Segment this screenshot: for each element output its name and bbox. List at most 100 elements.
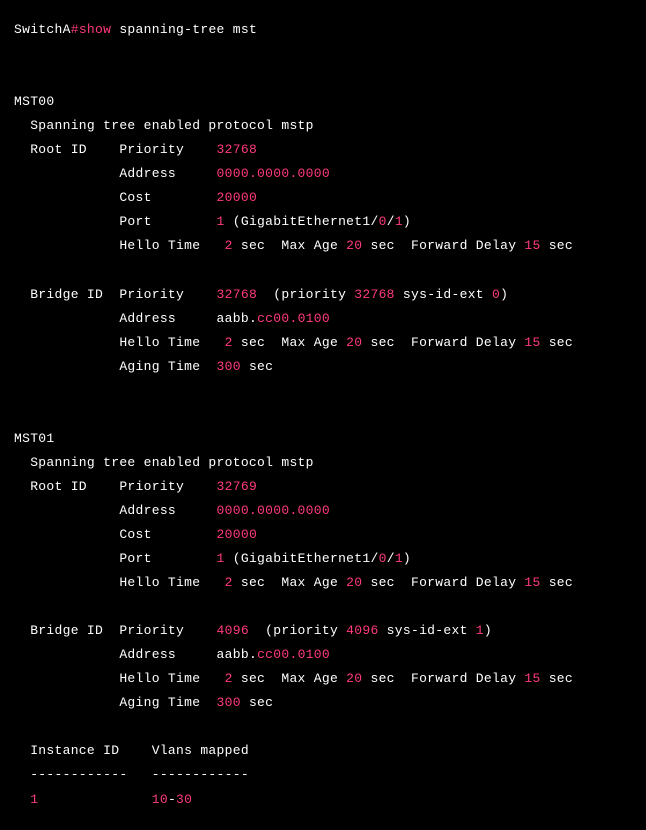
port-num22: 1: [395, 551, 403, 566]
port-interface-a2: (GigabitEthernet1/: [225, 551, 379, 566]
mst01-bridge-aging: 300: [217, 695, 241, 710]
mst00-root-label: Root ID: [14, 142, 119, 157]
port-interface-a: (GigabitEthernet1/: [225, 214, 379, 229]
fwd-unit2: sec: [541, 335, 573, 350]
mst01-bridge-maxage: 20: [346, 671, 362, 686]
mst01-bridge-label: Bridge ID: [14, 623, 119, 638]
mst01-protocol: Spanning tree enabled protocol mstp: [14, 455, 314, 470]
hello-unit: sec Max Age: [233, 238, 346, 253]
mst00-root-fwd: 15: [524, 238, 540, 253]
bridge-hello-label2: Hello Time: [14, 671, 225, 686]
port-close2: ): [403, 551, 411, 566]
root-hello-label2: Hello Time: [14, 575, 225, 590]
aging-unit2: sec: [241, 695, 273, 710]
mst00-bridge-label: Bridge ID: [14, 287, 119, 302]
priority-tail-a2: (priority: [249, 623, 346, 638]
vlan-row-prefix: [14, 792, 30, 807]
fwd-unit4: sec: [541, 671, 573, 686]
mst00-bridge-address-b: cc00.0100: [257, 311, 330, 326]
root-priority-label: Priority: [119, 142, 216, 157]
hello-unit3: sec Max Age: [233, 575, 346, 590]
vlan-gap: [38, 792, 151, 807]
mst00-root-priority: 32768: [217, 142, 258, 157]
hello-unit4: sec Max Age: [233, 671, 346, 686]
mst00-bridge-maxage: 20: [346, 335, 362, 350]
sysid2: 1: [476, 623, 484, 638]
priority-tail-a: (priority: [257, 287, 354, 302]
mst01-root-cost: 20000: [217, 527, 258, 542]
mst00-root-cost: 20000: [217, 190, 258, 205]
mst01-bridge-priority: 4096: [217, 623, 249, 638]
fwd-unit3: sec: [541, 575, 573, 590]
mst00-root-maxage: 20: [346, 238, 362, 253]
maxage-unit4: sec Forward Delay: [362, 671, 524, 686]
mst00-bridge-priority: 32768: [217, 287, 258, 302]
vlan-range-end: 30: [176, 792, 192, 807]
root-cost-label: Cost: [14, 190, 217, 205]
bridge-address-label: Address: [14, 311, 217, 326]
bridge-hello-label: Hello Time: [14, 335, 225, 350]
aging-unit: sec: [241, 359, 273, 374]
vlan-range-sep: -: [168, 792, 176, 807]
root-port-label: Port: [14, 214, 217, 229]
mst00-root-address: 0000.0000.0000: [217, 166, 330, 181]
port-sep: /: [387, 214, 395, 229]
fwd-unit: sec: [541, 238, 573, 253]
mst01-header: MST01: [14, 431, 55, 446]
mst01-root-port-num: 1: [217, 551, 225, 566]
root-address-label2: Address: [14, 503, 217, 518]
mst01-bridge-address-a: aabb.: [217, 647, 258, 662]
mst00-bridge-hello: 2: [225, 335, 233, 350]
mst01-root-label: Root ID: [14, 479, 119, 494]
hello-unit2: sec Max Age: [233, 335, 346, 350]
mst00-root-hello: 2: [225, 238, 233, 253]
port-close: ): [403, 214, 411, 229]
mst00-bridge-aging: 300: [217, 359, 241, 374]
bridge-address-label2: Address: [14, 647, 217, 662]
command-tail: spanning-tree mst: [111, 22, 257, 37]
maxage-unit: sec Forward Delay: [362, 238, 524, 253]
priority-tail-b: sys-id-ext: [395, 287, 492, 302]
priority-inner: 32768: [354, 287, 395, 302]
priority-inner2: 4096: [346, 623, 378, 638]
root-port-label2: Port: [14, 551, 217, 566]
port-sep2: /: [387, 551, 395, 566]
mst01-root-hello: 2: [225, 575, 233, 590]
root-hello-label: Hello Time: [14, 238, 225, 253]
port-num2: 1: [395, 214, 403, 229]
priority-close2: ): [484, 623, 492, 638]
mst01-root-fwd: 15: [524, 575, 540, 590]
bridge-aging-label: Aging Time: [14, 359, 217, 374]
maxage-unit3: sec Forward Delay: [362, 575, 524, 590]
port-slot2: 0: [379, 551, 387, 566]
mst01-bridge-fwd: 15: [524, 671, 540, 686]
mst00-bridge-fwd: 15: [524, 335, 540, 350]
mst01-root-priority: 32769: [217, 479, 258, 494]
prompt-separator: #: [71, 22, 79, 37]
maxage-unit2: sec Forward Delay: [362, 335, 524, 350]
mst01-root-address: 0000.0000.0000: [217, 503, 330, 518]
mst01-bridge-hello: 2: [225, 671, 233, 686]
port-slot: 0: [379, 214, 387, 229]
priority-close: ): [500, 287, 508, 302]
mst01-bridge-address-b: cc00.0100: [257, 647, 330, 662]
root-cost-label2: Cost: [14, 527, 217, 542]
mst00-header: MST00: [14, 94, 55, 109]
priority-tail-b2: sys-id-ext: [379, 623, 476, 638]
bridge-aging-label2: Aging Time: [14, 695, 217, 710]
bridge-priority-label: Priority: [119, 287, 216, 302]
bridge-priority-label2: Priority: [119, 623, 216, 638]
vlan-table-divider: ------------ ------------: [14, 767, 249, 782]
command-show: show: [79, 22, 111, 37]
terminal-output: SwitchA#show spanning-tree mst MST00 Spa…: [14, 22, 573, 807]
mst01-root-maxage: 20: [346, 575, 362, 590]
prompt-host: SwitchA: [14, 22, 71, 37]
vlan-table-header: Instance ID Vlans mapped: [14, 743, 249, 758]
root-priority-label2: Priority: [119, 479, 216, 494]
sysid: 0: [492, 287, 500, 302]
mst00-root-port-num: 1: [217, 214, 225, 229]
vlan-range-start: 10: [152, 792, 168, 807]
mst00-bridge-address-a: aabb.: [217, 311, 258, 326]
root-address-label: Address: [14, 166, 217, 181]
mst00-protocol: Spanning tree enabled protocol mstp: [14, 118, 314, 133]
